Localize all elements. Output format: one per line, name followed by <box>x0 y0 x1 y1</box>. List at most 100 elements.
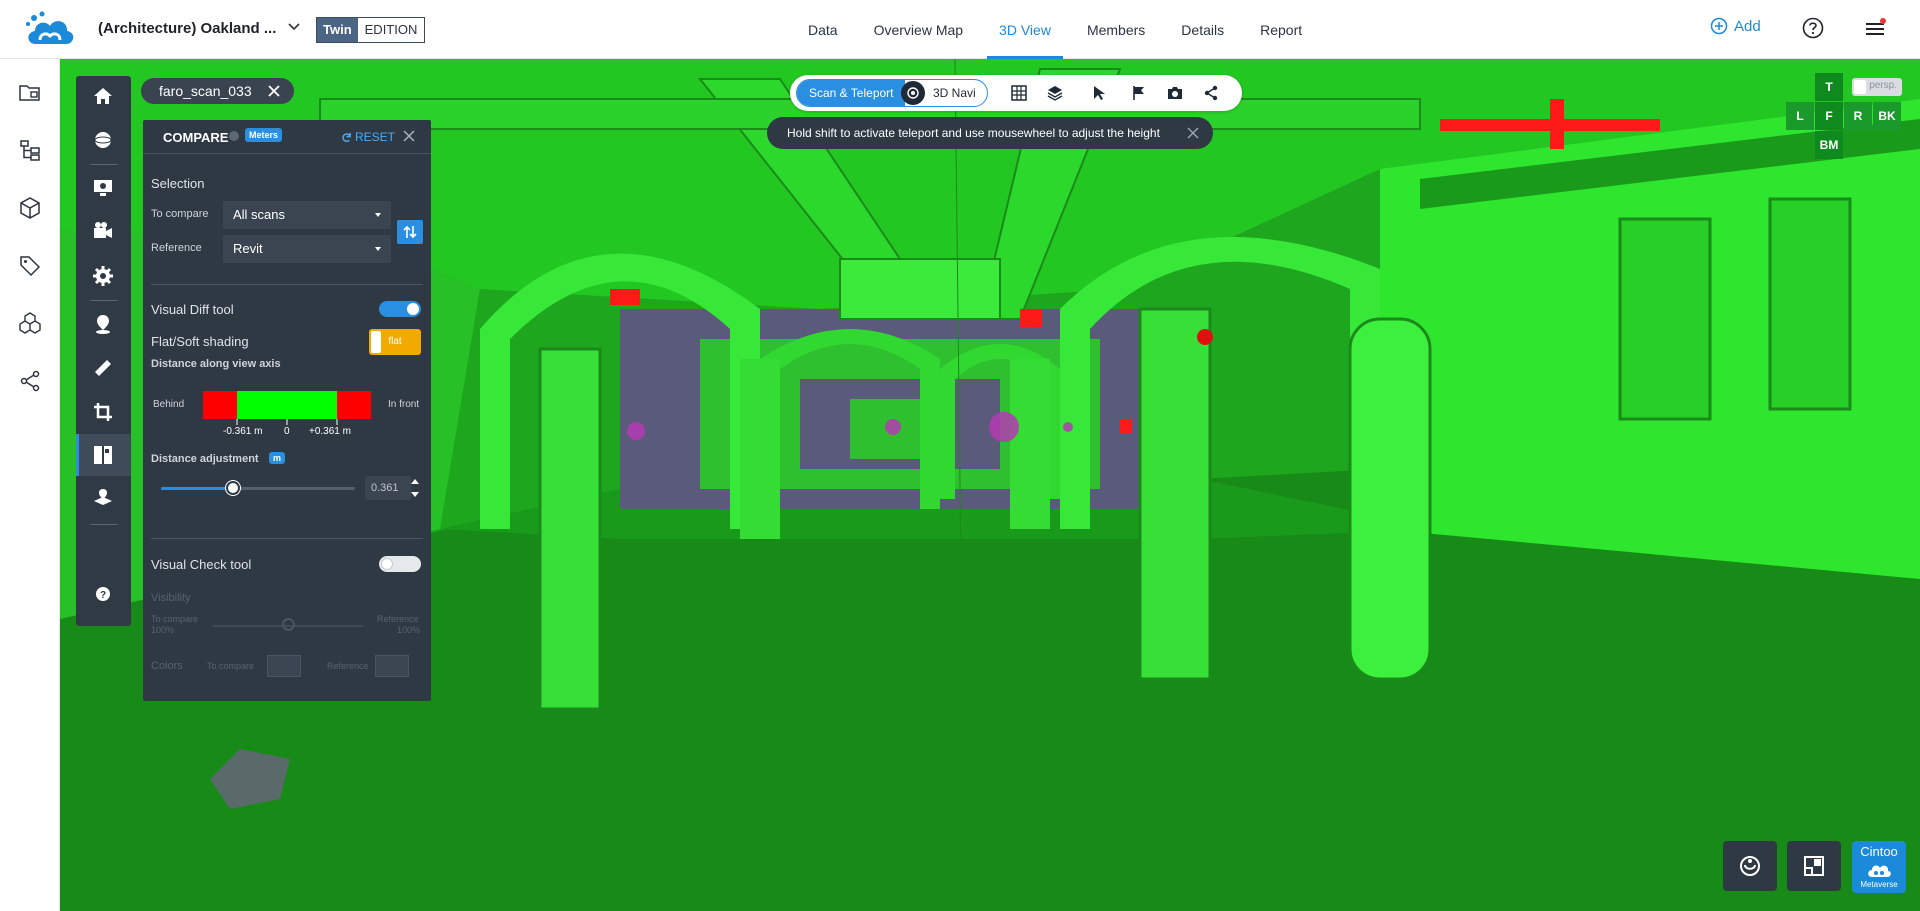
crop-icon[interactable] <box>91 400 115 424</box>
distance-slider-handle[interactable] <box>226 481 240 495</box>
chevron-down-icon[interactable] <box>286 18 302 34</box>
projection-toggle[interactable]: persp. <box>1852 78 1902 96</box>
ruler-icon[interactable] <box>91 356 115 380</box>
spinner-down-icon[interactable] <box>409 490 421 500</box>
teleport-hint: Hold shift to activate teleport and use … <box>767 117 1213 149</box>
top-header: (Architecture) Oakland ... Twin EDITION … <box>0 0 1920 59</box>
colors-label: Colors <box>151 660 183 672</box>
mode-toggle-knob <box>901 81 925 105</box>
help-icon[interactable] <box>1802 17 1824 39</box>
compare-tool-button[interactable] <box>76 434 131 476</box>
reset-button[interactable]: RESET <box>341 130 395 144</box>
camera-path-icon[interactable] <box>91 220 115 244</box>
close-icon[interactable] <box>268 85 280 97</box>
tick-neg: -0.361 m <box>223 426 263 437</box>
behind-label: Behind <box>153 399 185 410</box>
edition-twin: Twin <box>317 18 358 42</box>
minimap-button[interactable] <box>1787 841 1841 891</box>
vr-headset-button[interactable] <box>1723 841 1777 891</box>
hamburger-menu-icon[interactable] <box>1864 18 1886 40</box>
view-bottom-button[interactable]: BM <box>1815 131 1843 159</box>
teleport-hint-text: Hold shift to activate teleport and use … <box>787 126 1160 140</box>
scan-tag[interactable]: faro_scan_033 <box>141 78 294 104</box>
to-compare-select[interactable]: All scans <box>223 201 391 229</box>
colors-reference-swatch <box>375 655 409 677</box>
tab-overview-map[interactable]: Overview Map <box>856 0 981 59</box>
view-right-button[interactable]: R <box>1844 102 1872 130</box>
tag-icon[interactable] <box>18 254 42 278</box>
pointer-icon[interactable] <box>1090 84 1108 102</box>
selection-label: Selection <box>151 176 205 191</box>
divider <box>151 538 423 539</box>
home-icon[interactable] <box>91 84 115 108</box>
shading-label: Flat/Soft shading <box>151 334 249 349</box>
location-pin-icon[interactable] <box>91 312 115 336</box>
toolbar-divider <box>90 524 118 525</box>
tab-report[interactable]: Report <box>1242 0 1320 59</box>
add-label: Add <box>1734 17 1761 35</box>
layer-pin-icon[interactable] <box>91 486 115 510</box>
distance-slider-fill <box>161 487 233 490</box>
cintoo-logo-icon[interactable] <box>22 10 78 48</box>
metaverse-line1: Cintoo <box>1860 844 1898 859</box>
hierarchy-icon[interactable] <box>18 138 42 162</box>
reference-select[interactable]: Revit <box>223 235 391 263</box>
visibility-right-pct: 100% <box>397 625 421 635</box>
tab-details[interactable]: Details <box>1163 0 1242 59</box>
in-front-label: In front <box>388 399 420 410</box>
layers-icon[interactable] <box>1046 84 1064 102</box>
shading-value: flat <box>388 336 402 347</box>
view-front-button[interactable]: F <box>1815 102 1843 130</box>
svg-text:?: ? <box>100 590 106 601</box>
unit-badge[interactable]: Meters <box>245 128 283 142</box>
to-compare-value: All scans <box>233 207 286 222</box>
mode-3d-navi[interactable]: 3D Navi <box>933 86 976 100</box>
visibility-left-pct: 100% <box>151 625 175 635</box>
metaverse-button[interactable]: Cintoo Metaverse <box>1852 841 1906 893</box>
view-back-button[interactable]: BK <box>1873 102 1901 130</box>
tab-members[interactable]: Members <box>1069 0 1163 59</box>
info-icon[interactable] <box>229 131 239 141</box>
help-circle-icon[interactable]: ? <box>91 582 115 606</box>
viewer-toolbar: Scan & Teleport 3D Navi <box>790 75 1242 111</box>
camera-icon[interactable] <box>1166 84 1184 102</box>
cube-icon[interactable] <box>18 196 42 220</box>
folder-scan-icon[interactable] <box>18 81 42 105</box>
distance-input-value: 0.361 <box>371 482 399 494</box>
view-left-button[interactable]: L <box>1786 102 1814 130</box>
sphere-icon[interactable] <box>91 128 115 152</box>
close-icon[interactable] <box>401 128 417 144</box>
monitor-icon[interactable] <box>91 176 115 200</box>
gear-icon[interactable] <box>91 264 115 288</box>
swap-button[interactable] <box>397 220 423 244</box>
edition-label: EDITION <box>364 22 418 37</box>
share-icon[interactable] <box>1202 84 1220 102</box>
navigation-mode-toggle[interactable]: Scan & Teleport 3D Navi <box>796 79 988 107</box>
teleport-icon <box>907 87 919 99</box>
mode-scan-teleport[interactable]: Scan & Teleport <box>797 80 905 106</box>
cubes-icon[interactable] <box>18 311 42 335</box>
scan-tag-label: faro_scan_033 <box>159 83 252 99</box>
project-title[interactable]: (Architecture) Oakland ... <box>98 20 276 37</box>
share-icon[interactable] <box>18 369 42 393</box>
tab-3d-view[interactable]: 3D View <box>981 0 1069 59</box>
metaverse-line2: Metaverse <box>1860 880 1898 889</box>
close-icon[interactable] <box>1187 127 1199 139</box>
diff-color-legend <box>203 391 371 419</box>
tab-data[interactable]: Data <box>790 0 856 59</box>
distance-input[interactable]: 0.361 <box>365 476 411 500</box>
visual-check-toggle[interactable] <box>379 556 421 572</box>
distance-adjust-label: Distance adjustment <box>151 453 259 465</box>
spinner-up-icon[interactable] <box>409 476 421 486</box>
view-top-button[interactable]: T <box>1815 73 1843 101</box>
refresh-icon <box>342 132 351 142</box>
to-compare-label: To compare <box>151 208 209 220</box>
metaverse-cloud-icon <box>1868 865 1891 877</box>
shading-toggle[interactable]: flat <box>369 329 421 355</box>
add-button[interactable]: Add <box>1710 17 1761 35</box>
flag-icon[interactable] <box>1130 84 1148 102</box>
grid-icon[interactable] <box>1010 84 1028 102</box>
visual-check-label: Visual Check tool <box>151 557 252 572</box>
visual-diff-toggle[interactable] <box>379 301 421 317</box>
projection-label: persp. <box>1869 80 1897 91</box>
